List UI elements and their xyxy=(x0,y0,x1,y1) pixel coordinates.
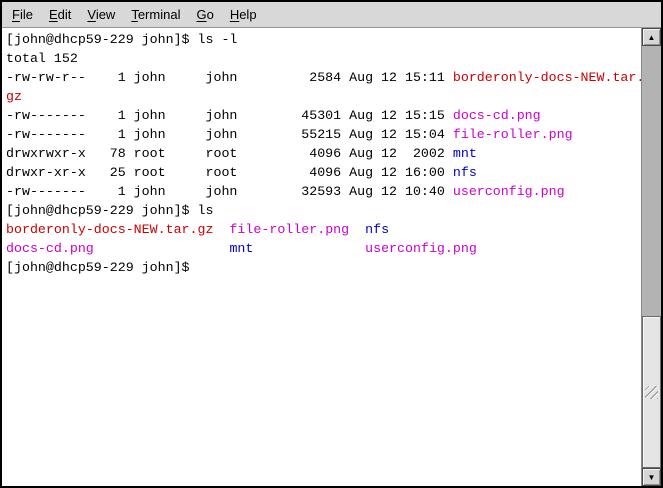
terminal-filename-red: borderonly-docs-NEW.tar. xyxy=(453,70,641,85)
menu-item-go[interactable]: Go xyxy=(188,4,221,26)
terminal-filename-red: gz xyxy=(6,89,22,104)
terminal-text: [john@dhcp59-229 john]$ xyxy=(6,260,198,275)
terminal-filename-blue: nfs xyxy=(365,222,389,237)
terminal-text: total 152 xyxy=(6,51,78,66)
menu-item-view[interactable]: View xyxy=(79,4,123,26)
menu-item-help[interactable]: Help xyxy=(222,4,265,26)
scrollbar: ▲ ▼ xyxy=(641,28,661,486)
terminal-line: drwxr-xr-x 25 root root 4096 Aug 12 16:0… xyxy=(6,163,641,182)
terminal-text xyxy=(349,222,365,237)
terminal-text: -rw------- 1 john john 32593 Aug 12 10:4… xyxy=(6,184,453,199)
terminal-line: -rw------- 1 john john 32593 Aug 12 10:4… xyxy=(6,182,641,201)
terminal-text: [john@dhcp59-229 john]$ ls -l xyxy=(6,32,237,47)
terminal-text: -rw-rw-r-- 1 john john 2584 Aug 12 15:11 xyxy=(6,70,453,85)
scrollbar-grip-icon xyxy=(645,386,658,399)
scroll-up-button[interactable]: ▲ xyxy=(642,28,661,46)
menu-item-file[interactable]: File xyxy=(4,4,41,26)
terminal-line: -rw------- 1 john john 45301 Aug 12 15:1… xyxy=(6,106,641,125)
terminal-text: drwxrwxr-x 78 root root 4096 Aug 12 2002 xyxy=(6,146,453,161)
terminal-text xyxy=(94,241,230,256)
terminal-line: gz xyxy=(6,87,641,106)
terminal-line: [john@dhcp59-229 john]$ ls -l xyxy=(6,30,641,49)
terminal-filename-magenta: file-roller.png xyxy=(453,127,573,142)
terminal-line: [john@dhcp59-229 john]$ xyxy=(6,258,641,277)
terminal-filename-magenta: userconfig.png xyxy=(453,184,565,199)
terminal-text: -rw------- 1 john john 55215 Aug 12 15:0… xyxy=(6,127,453,142)
terminal-text xyxy=(253,241,365,256)
scroll-down-icon: ▼ xyxy=(648,473,656,482)
terminal-filename-blue: mnt xyxy=(229,241,253,256)
terminal-text: -rw------- 1 john john 45301 Aug 12 15:1… xyxy=(6,108,453,123)
terminal-line: drwxrwxr-x 78 root root 4096 Aug 12 2002… xyxy=(6,144,641,163)
scrollbar-thumb[interactable] xyxy=(642,316,661,468)
terminal-line: docs-cd.png mnt userconfig.png xyxy=(6,239,641,258)
terminal-window: FileEditViewTerminalGoHelp [john@dhcp59-… xyxy=(0,0,663,488)
terminal-line: -rw------- 1 john john 55215 Aug 12 15:0… xyxy=(6,125,641,144)
terminal-filename-magenta: userconfig.png xyxy=(365,241,477,256)
terminal-filename-magenta: file-roller.png xyxy=(229,222,349,237)
terminal-filename-blue: nfs xyxy=(453,165,477,180)
terminal-line: [john@dhcp59-229 john]$ ls xyxy=(6,201,641,220)
window-body: [john@dhcp59-229 john]$ ls -l total 152 -r… xyxy=(2,28,661,486)
scrollbar-track[interactable] xyxy=(642,46,661,468)
terminal-filename-red: borderonly-docs-NEW.tar.gz xyxy=(6,222,213,237)
terminal-filename-blue: mnt xyxy=(453,146,477,161)
terminal-filename-magenta: docs-cd.png xyxy=(6,241,94,256)
terminal-filename-magenta: docs-cd.png xyxy=(453,108,541,123)
terminal-line: borderonly-docs-NEW.tar.gz file-roller.p… xyxy=(6,220,641,239)
terminal-line: -rw-rw-r-- 1 john john 2584 Aug 12 15:11… xyxy=(6,68,641,87)
terminal-output[interactable]: [john@dhcp59-229 john]$ ls -l total 152 -r… xyxy=(2,28,641,486)
terminal-text: [john@dhcp59-229 john]$ ls xyxy=(6,203,213,218)
menu-bar: FileEditViewTerminalGoHelp xyxy=(2,2,661,28)
scroll-down-button[interactable]: ▼ xyxy=(642,468,661,486)
terminal-text xyxy=(213,222,229,237)
menu-item-terminal[interactable]: Terminal xyxy=(123,4,188,26)
terminal-text: drwxr-xr-x 25 root root 4096 Aug 12 16:0… xyxy=(6,165,453,180)
scroll-up-icon: ▲ xyxy=(648,33,656,42)
terminal-line: total 152 xyxy=(6,49,641,68)
menu-item-edit[interactable]: Edit xyxy=(41,4,79,26)
